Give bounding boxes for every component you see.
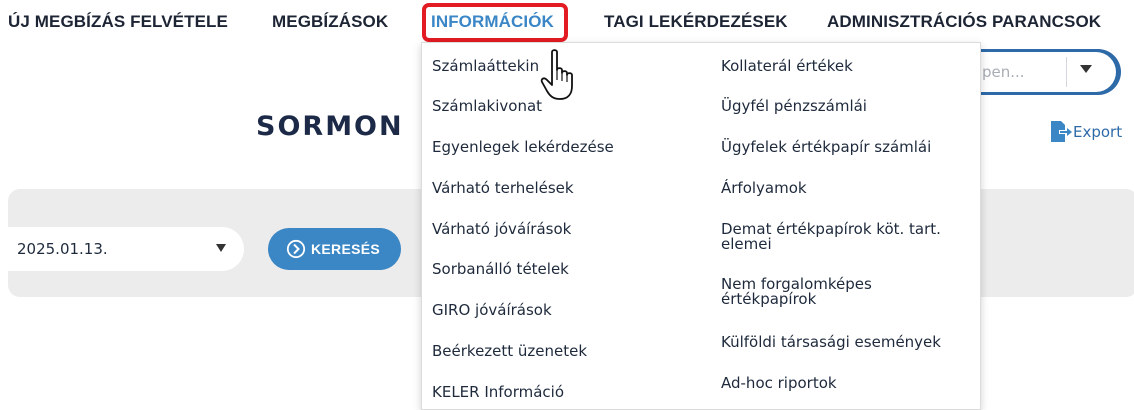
information-dropdown-menu: Számlaáttekin Számlakivonat Egyenlegek l…	[421, 42, 981, 410]
menu-item-client-cash-accounts[interactable]: Ügyfél pénzszámlái	[721, 99, 867, 114]
hand-pointer-cursor-icon	[540, 49, 573, 100]
menu-item-keler-information[interactable]: KELER Információ	[432, 385, 564, 400]
file-export-icon	[1051, 121, 1072, 142]
menu-item-non-marketable-securities[interactable]: Nem forgalomképes értékpapírok	[721, 277, 961, 307]
nav-item-new-order[interactable]: ÚJ MEGBÍZÁS FELVÉTELE	[8, 12, 228, 32]
menu-item-exchange-rates[interactable]: Árfolyamok	[721, 181, 807, 196]
export-label: Export	[1073, 123, 1123, 141]
page-title: SORMON	[256, 111, 404, 142]
top-select-divider	[1066, 57, 1067, 87]
date-value: 2025.01.13.	[17, 240, 108, 258]
top-nav: ÚJ MEGBÍZÁS FELVÉTELE MEGBÍZÁSOK INFORMÁ…	[0, 0, 1134, 42]
menu-item-expected-credits[interactable]: Várható jóváírások	[432, 222, 571, 237]
export-button[interactable]: Export	[1048, 120, 1122, 144]
top-select-placeholder: pen...	[982, 63, 1025, 81]
search-button-label: KERESÉS	[311, 241, 381, 257]
nav-highlight-box	[422, 3, 568, 42]
nav-item-orders[interactable]: MEGBÍZÁSOK	[272, 12, 388, 32]
menu-item-foreign-corporate-events[interactable]: Külföldi társasági események	[721, 335, 941, 350]
menu-item-balance-query[interactable]: Egyenlegek lekérdezése	[432, 140, 614, 155]
nav-item-admin-commands[interactable]: ADMINISZTRÁCIÓS PARANCSOK	[827, 12, 1101, 32]
menu-item-giro-credits[interactable]: GIRO jóváírások	[432, 303, 552, 318]
menu-item-account-statement[interactable]: Számlakivonat	[432, 99, 542, 114]
menu-item-demat-securities[interactable]: Demat értékpapírok köt. tart. elemei	[721, 222, 961, 252]
menu-item-collateral-values[interactable]: Kollaterál értékek	[721, 59, 853, 74]
menu-item-ad-hoc-reports[interactable]: Ad-hoc riportok	[721, 376, 837, 391]
menu-item-expected-debits[interactable]: Várható terhelések	[432, 181, 574, 196]
menu-item-queued-items[interactable]: Sorbanálló tételek	[432, 262, 569, 277]
menu-item-client-securities-accounts[interactable]: Ügyfelek értékpapír számlái	[721, 140, 931, 155]
menu-item-account-overview[interactable]: Számlaáttekin	[432, 59, 539, 74]
search-button[interactable]: KERESÉS	[268, 228, 401, 270]
chevron-down-icon[interactable]	[1080, 65, 1092, 73]
circle-arrow-right-icon	[286, 239, 306, 259]
caret-down-icon[interactable]	[216, 244, 226, 252]
menu-item-incoming-messages[interactable]: Beérkezett üzenetek	[432, 344, 587, 359]
nav-item-member-queries[interactable]: TAGI LEKÉRDEZÉSEK	[604, 12, 788, 32]
